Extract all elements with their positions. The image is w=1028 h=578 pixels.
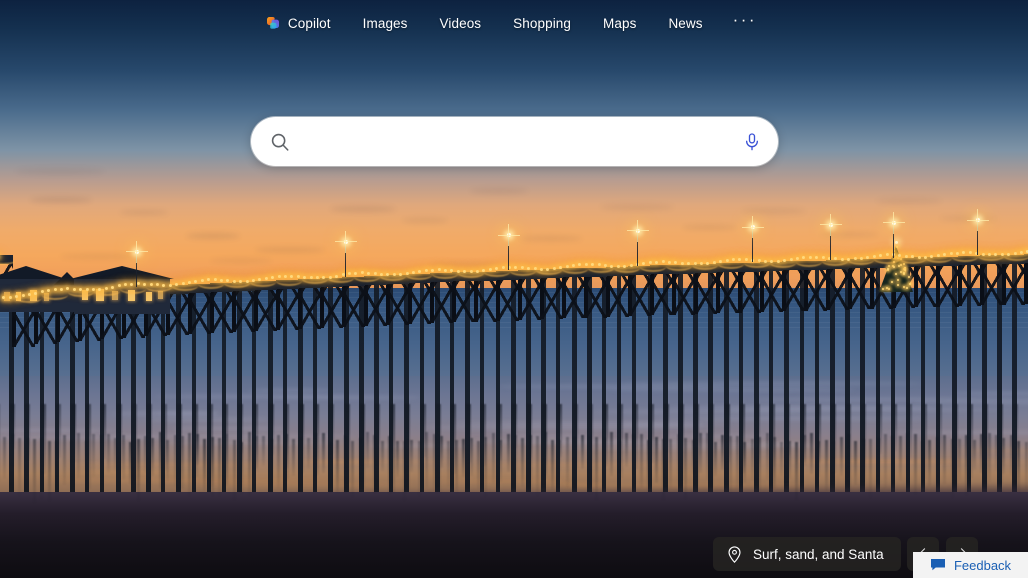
top-navigation: Copilot Images Videos Shopping Maps News… — [0, 0, 1028, 46]
nav-item-news[interactable]: News — [652, 10, 718, 37]
more-horizontal-icon[interactable]: ··· — [719, 11, 771, 35]
search-input[interactable] — [301, 133, 734, 151]
feedback-label: Feedback — [954, 558, 1011, 573]
nav-item-shopping[interactable]: Shopping — [497, 10, 587, 37]
nav-item-maps[interactable]: Maps — [587, 10, 652, 37]
microphone-icon[interactable] — [742, 131, 762, 153]
search-container — [251, 117, 778, 166]
copilot-logo-icon — [265, 15, 281, 31]
speech-bubble-icon — [930, 558, 946, 572]
bing-homepage: Copilot Images Videos Shopping Maps News… — [0, 0, 1028, 578]
image-location-label: Surf, sand, and Santa — [753, 547, 884, 562]
background-image-pacific-beach-pier — [0, 0, 1028, 578]
feedback-button[interactable]: Feedback — [913, 552, 1028, 578]
string-lights — [0, 255, 1028, 285]
map-pin-icon — [727, 546, 742, 563]
image-location-pill[interactable]: Surf, sand, and Santa — [713, 537, 901, 571]
nav-item-copilot-label: Copilot — [288, 16, 331, 31]
nav-item-videos[interactable]: Videos — [424, 10, 498, 37]
nav-item-copilot[interactable]: Copilot — [257, 9, 347, 37]
nav-item-images[interactable]: Images — [347, 10, 424, 37]
search-icon — [269, 131, 291, 153]
search-box[interactable] — [251, 117, 778, 166]
